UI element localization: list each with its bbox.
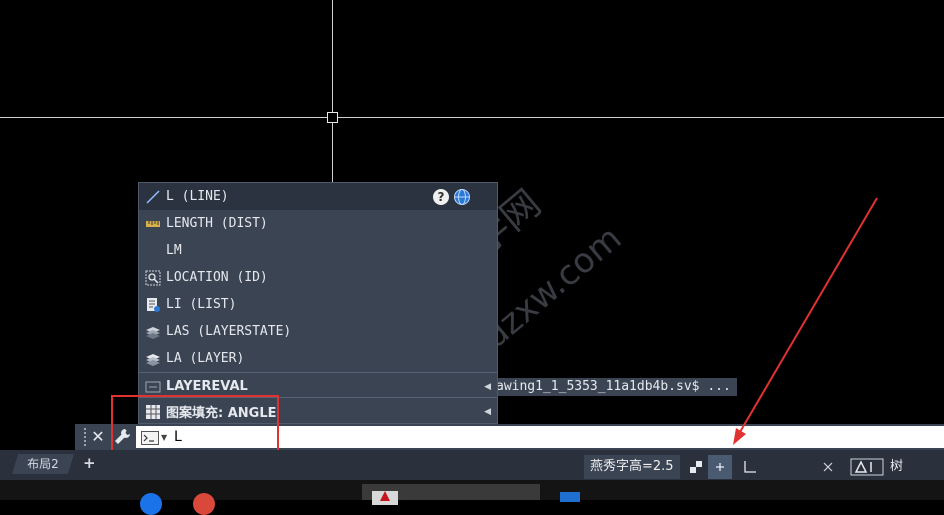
status-bar (0, 450, 944, 480)
taskbar-app-red-icon[interactable] (193, 493, 215, 515)
add-layout-button[interactable]: + (83, 454, 96, 472)
model-space-icon[interactable] (684, 455, 708, 479)
ortho-mode-icon[interactable] (738, 455, 762, 479)
tab-layout2[interactable]: 布局2 (12, 454, 74, 474)
annotation-visibility-icon[interactable] (848, 455, 886, 479)
annotation-scale-readout[interactable]: 燕秀字高=2.5 (584, 455, 680, 479)
isodraft-icon[interactable] (816, 455, 840, 479)
taskbar-app-blue-icon[interactable] (140, 493, 162, 515)
status-tree-label[interactable]: 树 (890, 455, 903, 479)
snap-grid-icon[interactable] (708, 455, 732, 479)
annotation-arrow-icon (733, 197, 878, 445)
taskbar-app-word-icon[interactable] (560, 492, 580, 502)
